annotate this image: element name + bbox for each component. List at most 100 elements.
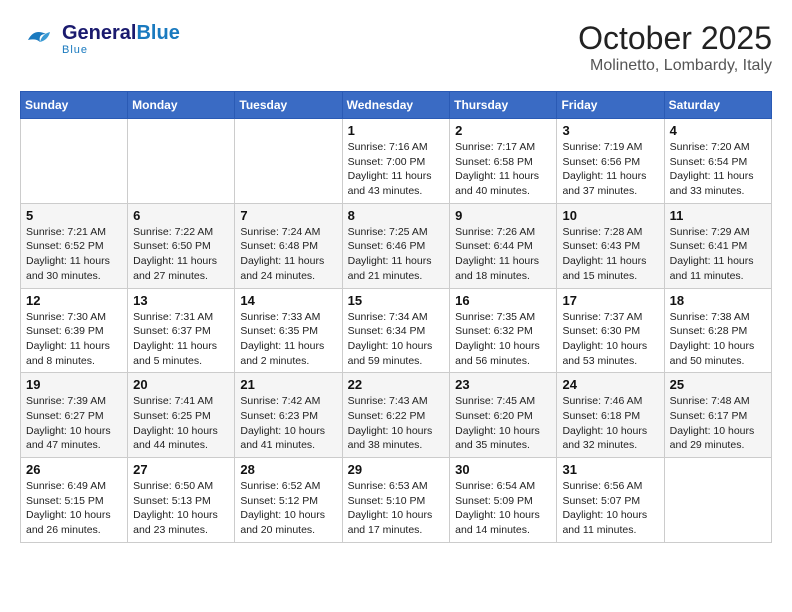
day-info: Sunrise: 6:54 AM Sunset: 5:09 PM Dayligh… (455, 479, 551, 538)
day-info: Sunrise: 7:45 AM Sunset: 6:20 PM Dayligh… (455, 394, 551, 453)
table-row: 23 Sunrise: 7:45 AM Sunset: 6:20 PM Dayli… (450, 373, 557, 458)
table-row (128, 119, 235, 204)
table-row (21, 119, 128, 204)
table-row: 12 Sunrise: 7:30 AM Sunset: 6:39 PM Dayli… (21, 288, 128, 373)
day-number: 19 (26, 377, 122, 392)
table-row: 28 Sunrise: 6:52 AM Sunset: 5:12 PM Dayli… (235, 458, 342, 543)
calendar-table: Sunday Monday Tuesday Wednesday Thursday… (20, 91, 772, 543)
day-number: 29 (348, 462, 445, 477)
day-info: Sunrise: 7:22 AM Sunset: 6:50 PM Dayligh… (133, 225, 229, 284)
day-info: Sunrise: 7:25 AM Sunset: 6:46 PM Dayligh… (348, 225, 445, 284)
table-row: 29 Sunrise: 6:53 AM Sunset: 5:10 PM Dayli… (342, 458, 450, 543)
table-row: 25 Sunrise: 7:48 AM Sunset: 6:17 PM Dayli… (664, 373, 771, 458)
day-info: Sunrise: 7:35 AM Sunset: 6:32 PM Dayligh… (455, 310, 551, 369)
table-row: 5Sunrise: 7:21 AM Sunset: 6:52 PM Daylig… (21, 203, 128, 288)
col-wednesday: Wednesday (342, 92, 450, 119)
logo-tagline: Blue (62, 44, 180, 56)
day-info: Sunrise: 7:20 AM Sunset: 6:54 PM Dayligh… (670, 140, 766, 199)
day-number: 9 (455, 208, 551, 223)
day-info: Sunrise: 7:33 AM Sunset: 6:35 PM Dayligh… (240, 310, 336, 369)
day-number: 21 (240, 377, 336, 392)
day-number: 1 (348, 123, 445, 138)
table-row: 15 Sunrise: 7:34 AM Sunset: 6:34 PM Dayli… (342, 288, 450, 373)
table-row: 7 Sunrise: 7:24 AM Sunset: 6:48 PM Daylig… (235, 203, 342, 288)
day-info: Sunrise: 6:53 AM Sunset: 5:10 PM Dayligh… (348, 479, 445, 538)
day-number: 16 (455, 293, 551, 308)
table-row: 18Sunrise: 7:38 AM Sunset: 6:28 PM Dayli… (664, 288, 771, 373)
table-row: 13Sunrise: 7:31 AM Sunset: 6:37 PM Dayli… (128, 288, 235, 373)
calendar-week-4: 19 Sunrise: 7:39 AM Sunset: 6:27 PM Dayli… (21, 373, 772, 458)
day-number: 28 (240, 462, 336, 477)
day-info: Sunrise: 7:17 AM Sunset: 6:58 PM Dayligh… (455, 140, 551, 199)
table-row: 16 Sunrise: 7:35 AM Sunset: 6:32 PM Dayli… (450, 288, 557, 373)
table-row: 31 Sunrise: 6:56 AM Sunset: 5:07 PM Dayli… (557, 458, 664, 543)
day-number: 6 (133, 208, 229, 223)
col-thursday: Thursday (450, 92, 557, 119)
day-info: Sunrise: 7:29 AM Sunset: 6:41 PM Dayligh… (670, 225, 766, 284)
day-number: 15 (348, 293, 445, 308)
logo-general: General (62, 22, 136, 44)
calendar-week-3: 12 Sunrise: 7:30 AM Sunset: 6:39 PM Dayli… (21, 288, 772, 373)
table-row: 24 Sunrise: 7:46 AM Sunset: 6:18 PM Dayli… (557, 373, 664, 458)
day-info: Sunrise: 7:16 AM Sunset: 7:00 PM Dayligh… (348, 140, 445, 199)
day-info: Sunrise: 7:43 AM Sunset: 6:22 PM Dayligh… (348, 394, 445, 453)
table-row: 17Sunrise: 7:37 AM Sunset: 6:30 PM Dayli… (557, 288, 664, 373)
table-row: 22 Sunrise: 7:43 AM Sunset: 6:22 PM Dayli… (342, 373, 450, 458)
page-header: GeneralBlue Blue October 2025 Molinetto,… (20, 20, 772, 75)
day-info: Sunrise: 7:30 AM Sunset: 6:39 PM Dayligh… (26, 310, 122, 369)
calendar-week-1: 1 Sunrise: 7:16 AM Sunset: 7:00 PM Daylig… (21, 119, 772, 204)
table-row: 19 Sunrise: 7:39 AM Sunset: 6:27 PM Dayli… (21, 373, 128, 458)
day-number: 26 (26, 462, 122, 477)
day-number: 31 (562, 462, 658, 477)
day-number: 4 (670, 123, 766, 138)
day-number: 3 (562, 123, 658, 138)
day-number: 7 (240, 208, 336, 223)
day-number: 22 (348, 377, 445, 392)
table-row: 30 Sunrise: 6:54 AM Sunset: 5:09 PM Dayli… (450, 458, 557, 543)
day-number: 24 (562, 377, 658, 392)
day-info: Sunrise: 7:19 AM Sunset: 6:56 PM Dayligh… (562, 140, 658, 199)
day-info: Sunrise: 7:38 AM Sunset: 6:28 PM Dayligh… (670, 310, 766, 369)
day-info: Sunrise: 7:31 AM Sunset: 6:37 PM Dayligh… (133, 310, 229, 369)
table-row (235, 119, 342, 204)
day-info: Sunrise: 6:50 AM Sunset: 5:13 PM Dayligh… (133, 479, 229, 538)
day-info: Sunrise: 7:46 AM Sunset: 6:18 PM Dayligh… (562, 394, 658, 453)
table-row: 2 Sunrise: 7:17 AM Sunset: 6:58 PM Daylig… (450, 119, 557, 204)
day-info: Sunrise: 7:34 AM Sunset: 6:34 PM Dayligh… (348, 310, 445, 369)
day-number: 23 (455, 377, 551, 392)
day-info: Sunrise: 6:49 AM Sunset: 5:15 PM Dayligh… (26, 479, 122, 538)
table-row: 6 Sunrise: 7:22 AM Sunset: 6:50 PM Daylig… (128, 203, 235, 288)
day-info: Sunrise: 7:48 AM Sunset: 6:17 PM Dayligh… (670, 394, 766, 453)
table-row (664, 458, 771, 543)
day-info: Sunrise: 7:41 AM Sunset: 6:25 PM Dayligh… (133, 394, 229, 453)
col-monday: Monday (128, 92, 235, 119)
calendar-week-5: 26 Sunrise: 6:49 AM Sunset: 5:15 PM Dayli… (21, 458, 772, 543)
day-number: 20 (133, 377, 229, 392)
logo: GeneralBlue Blue (20, 20, 180, 58)
day-number: 25 (670, 377, 766, 392)
day-info: Sunrise: 7:28 AM Sunset: 6:43 PM Dayligh… (562, 225, 658, 284)
logo-blue: Blue (136, 22, 179, 44)
col-friday: Friday (557, 92, 664, 119)
day-number: 10 (562, 208, 658, 223)
table-row: 10 Sunrise: 7:28 AM Sunset: 6:43 PM Dayli… (557, 203, 664, 288)
day-info: Sunrise: 7:37 AM Sunset: 6:30 PM Dayligh… (562, 310, 658, 369)
day-number: 30 (455, 462, 551, 477)
day-info: Sunrise: 6:52 AM Sunset: 5:12 PM Dayligh… (240, 479, 336, 538)
title-block: October 2025 Molinetto, Lombardy, Italy (578, 20, 772, 75)
day-info: Sunrise: 6:56 AM Sunset: 5:07 PM Dayligh… (562, 479, 658, 538)
table-row: 1 Sunrise: 7:16 AM Sunset: 7:00 PM Daylig… (342, 119, 450, 204)
table-row: 8Sunrise: 7:25 AM Sunset: 6:46 PM Daylig… (342, 203, 450, 288)
day-number: 14 (240, 293, 336, 308)
calendar-week-2: 5Sunrise: 7:21 AM Sunset: 6:52 PM Daylig… (21, 203, 772, 288)
day-info: Sunrise: 7:24 AM Sunset: 6:48 PM Dayligh… (240, 225, 336, 284)
day-number: 12 (26, 293, 122, 308)
day-number: 27 (133, 462, 229, 477)
day-info: Sunrise: 7:42 AM Sunset: 6:23 PM Dayligh… (240, 394, 336, 453)
table-row: 11Sunrise: 7:29 AM Sunset: 6:41 PM Dayli… (664, 203, 771, 288)
table-row: 9Sunrise: 7:26 AM Sunset: 6:44 PM Daylig… (450, 203, 557, 288)
day-number: 2 (455, 123, 551, 138)
table-row: 3 Sunrise: 7:19 AM Sunset: 6:56 PM Daylig… (557, 119, 664, 204)
day-info: Sunrise: 7:39 AM Sunset: 6:27 PM Dayligh… (26, 394, 122, 453)
month-year-title: October 2025 (578, 20, 772, 57)
